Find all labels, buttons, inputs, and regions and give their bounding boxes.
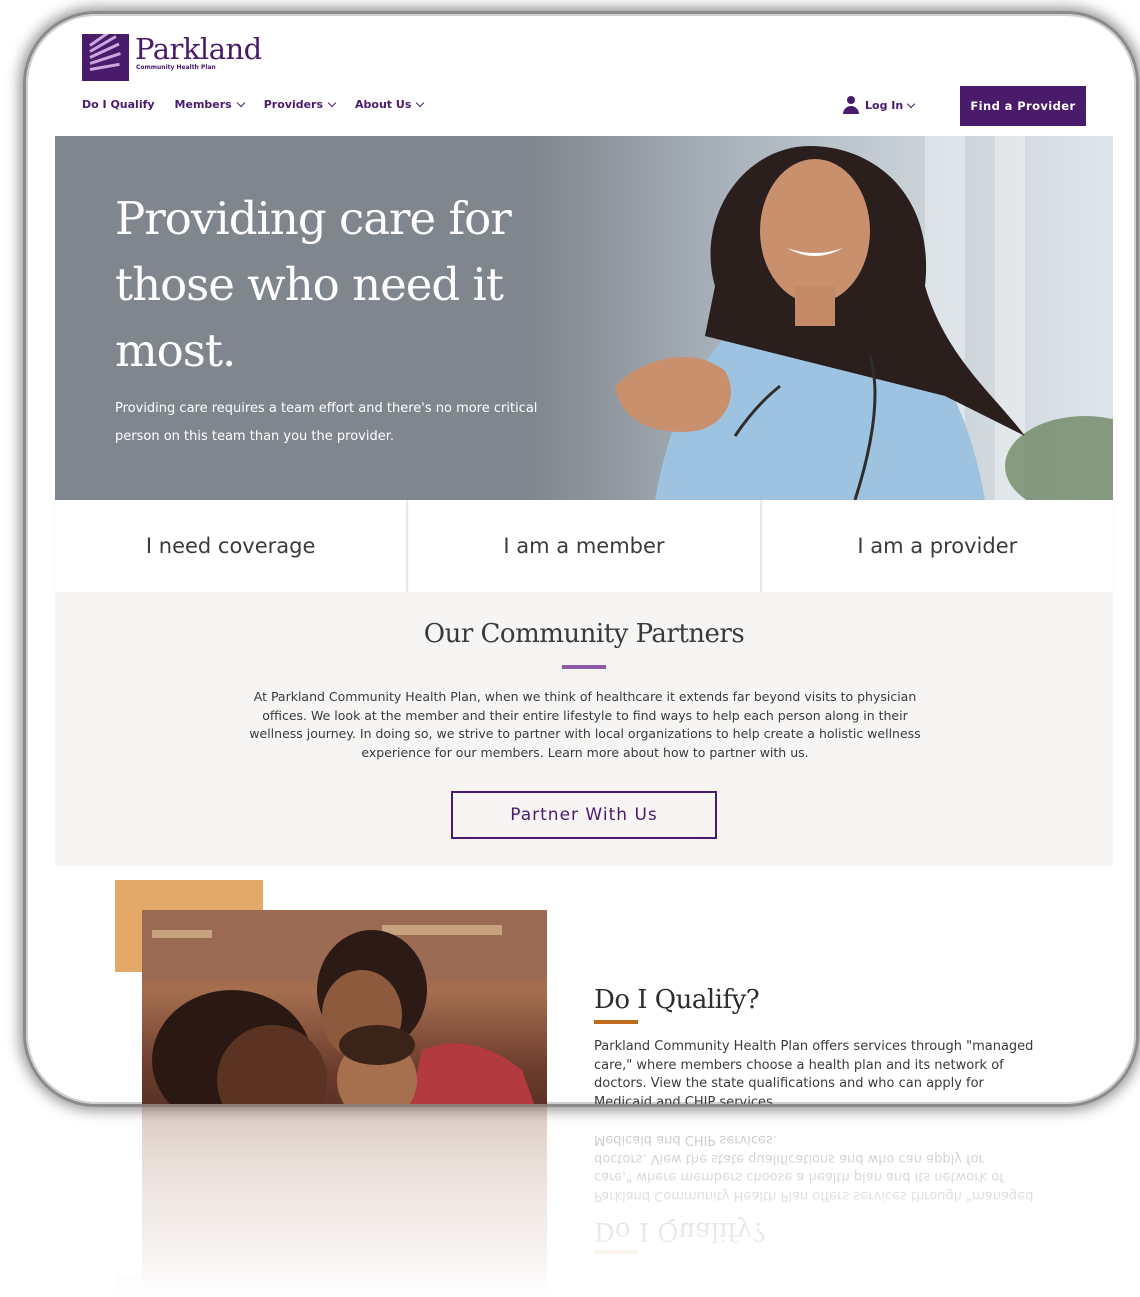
hero-image-provider bbox=[525, 136, 1113, 500]
login-label: Log In bbox=[865, 98, 904, 112]
screenshot-reflection: Do I Qualify? Parkland Community Health … bbox=[26, 1104, 1136, 1297]
audience-selector: I need coverage I am a member I am a pro… bbox=[55, 500, 1113, 592]
find-provider-button[interactable]: Find a Provider bbox=[960, 86, 1086, 126]
nav-item-providers[interactable]: Providers bbox=[263, 98, 337, 111]
audience-member[interactable]: I am a member bbox=[408, 500, 762, 592]
nav-item-members[interactable]: Members bbox=[174, 98, 245, 111]
section-heading: Our Community Partners bbox=[423, 619, 745, 649]
nav-item-about-us[interactable]: About Us bbox=[355, 98, 425, 111]
audience-need-coverage[interactable]: I need coverage bbox=[55, 500, 409, 592]
user-icon bbox=[842, 96, 860, 114]
hero-subtitle: Providing care requires a team effort an… bbox=[115, 401, 538, 444]
site-logo[interactable]: Parkland Community Health Plan bbox=[82, 34, 262, 81]
browser-screenshot-frame: Parkland Community Health Plan Do I Qual… bbox=[26, 14, 1136, 1104]
nav-item-label: About Us bbox=[355, 98, 412, 111]
chevron-down-icon bbox=[906, 99, 916, 108]
qualify-heading: Do I Qualify? bbox=[594, 985, 760, 1015]
logo-name: Parkland bbox=[135, 32, 262, 66]
partner-with-us-button[interactable]: Partner With Us bbox=[451, 791, 717, 839]
chevron-down-icon bbox=[236, 98, 245, 108]
main-nav: Do I Qualify Members Providers About Us bbox=[82, 98, 425, 111]
parkland-logo-icon bbox=[82, 34, 129, 81]
hero-title: Providing care for those who need it mos… bbox=[115, 192, 512, 377]
hero-banner: Providing care for those who need it mos… bbox=[55, 136, 1113, 500]
heading-underline bbox=[562, 665, 606, 669]
audience-provider[interactable]: I am a provider bbox=[762, 500, 1113, 592]
login-menu[interactable]: Log In bbox=[842, 96, 916, 114]
section-body: At Parkland Community Health Plan, when … bbox=[249, 689, 921, 760]
chevron-down-icon bbox=[416, 98, 425, 108]
nav-item-label: Members bbox=[174, 98, 232, 111]
reflection-heading: Do I Qualify? bbox=[594, 1216, 766, 1246]
community-partners-section: Our Community Partners At Parkland Commu… bbox=[55, 592, 1113, 866]
qualify-body: Parkland Community Health Plan offers se… bbox=[594, 1039, 1034, 1104]
nav-item-label: Providers bbox=[263, 98, 324, 111]
chevron-down-icon bbox=[327, 98, 337, 108]
nav-item-label: Do I Qualify bbox=[82, 98, 155, 111]
nav-item-do-i-qualify[interactable]: Do I Qualify bbox=[82, 98, 155, 111]
family-photo bbox=[142, 910, 547, 1104]
heading-underline bbox=[594, 1020, 638, 1024]
reflection-body: Parkland Community Health Plan offers se… bbox=[594, 1132, 1034, 1204]
